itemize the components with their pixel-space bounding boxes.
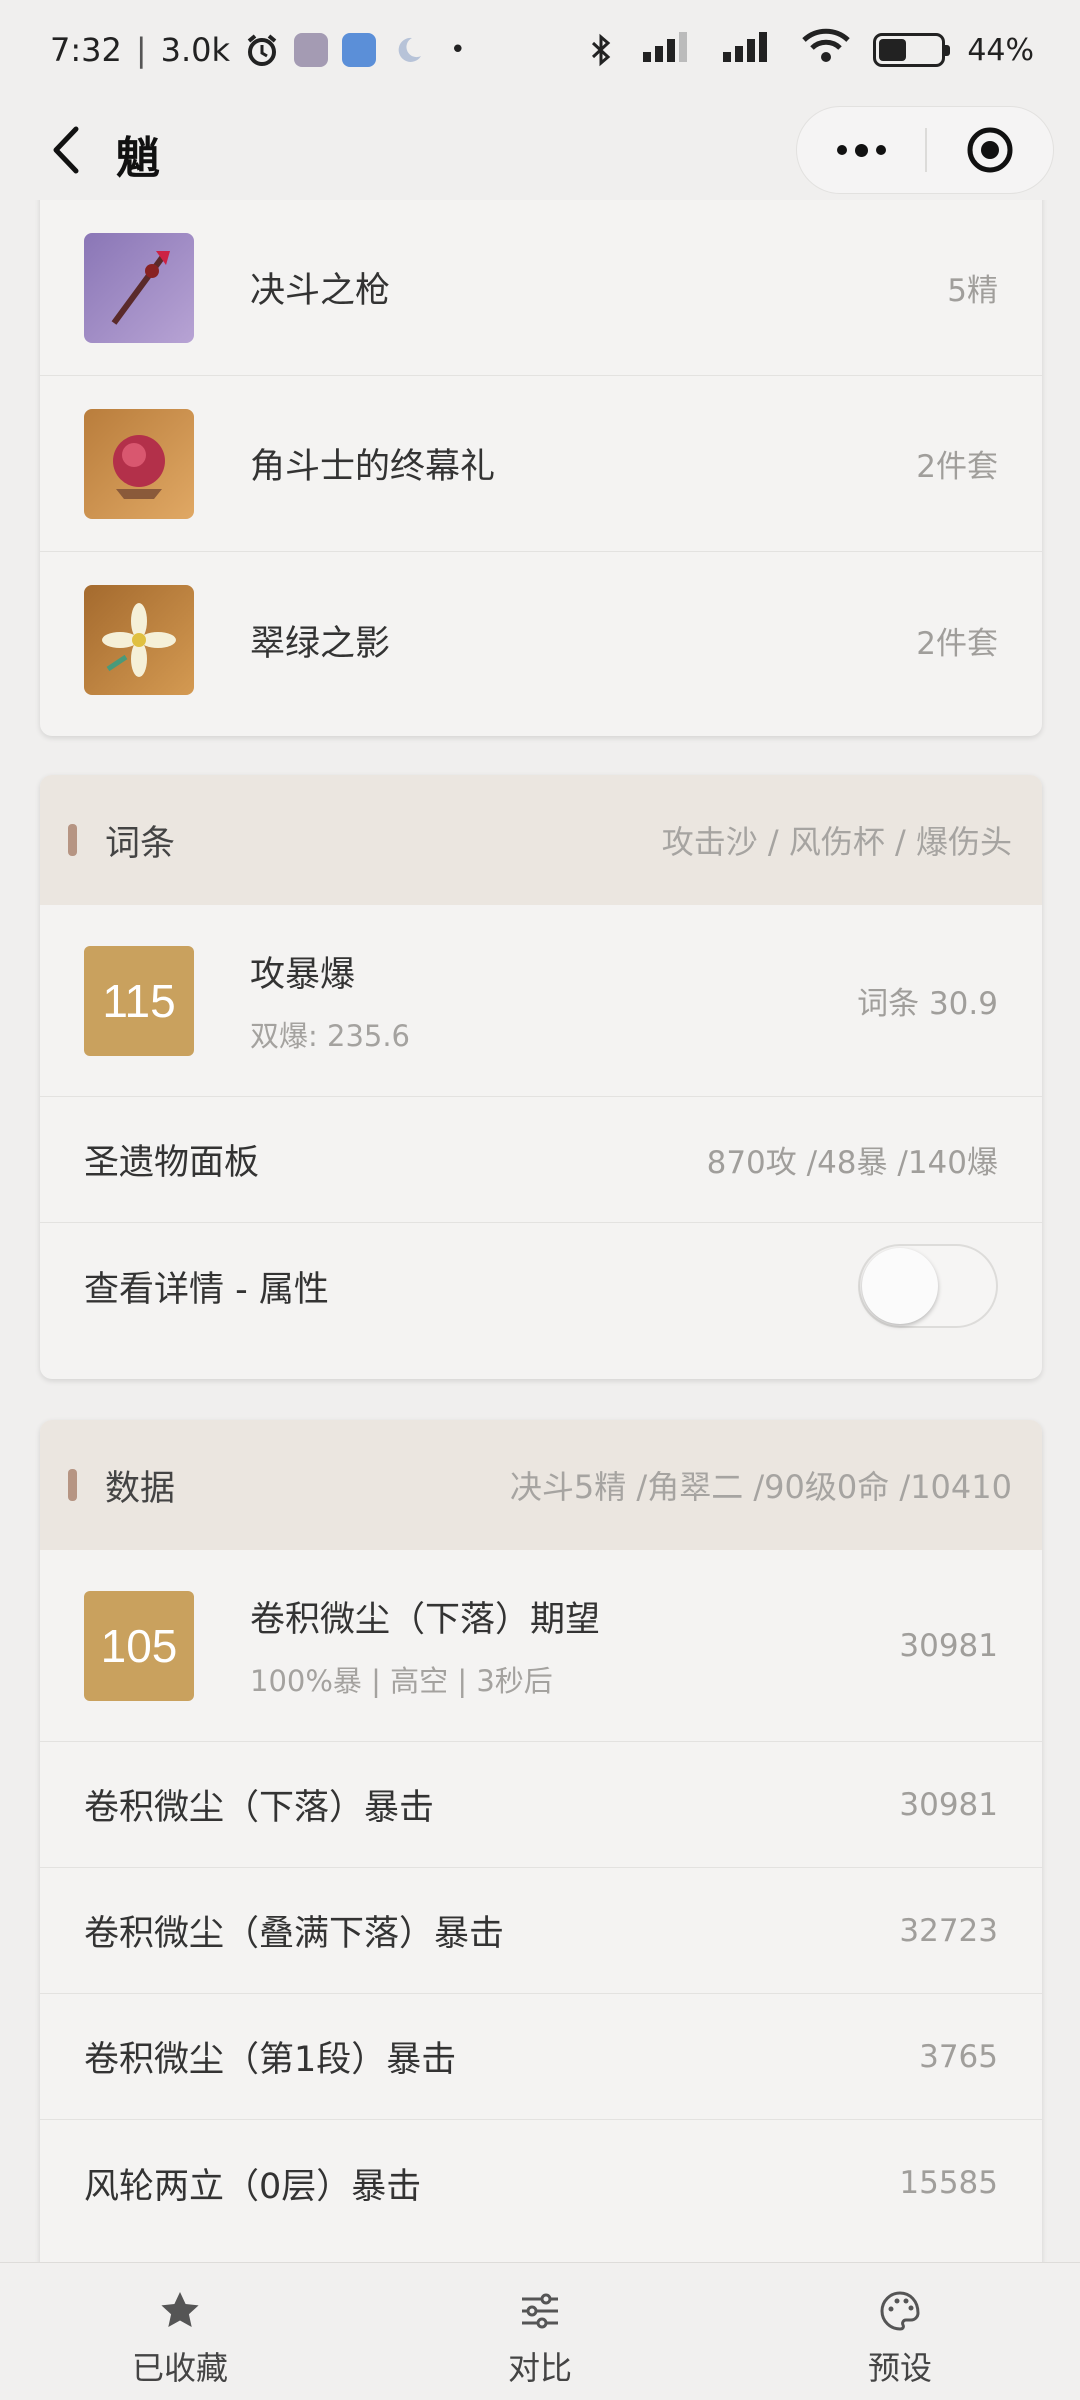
status-time: 7:32 xyxy=(50,31,122,69)
battery-icon xyxy=(873,33,951,67)
target-icon xyxy=(967,127,1013,173)
damage-row[interactable]: 卷积微尘（下落）暴击 30981 xyxy=(40,1742,1042,1868)
artifact-row[interactable]: 角斗士的终幕礼 2件套 xyxy=(40,376,1042,552)
section-title: 数据 xyxy=(105,1468,176,1509)
mini-program-capsule xyxy=(796,106,1054,194)
palette-icon xyxy=(876,2287,924,2335)
row-label: 风轮两立（0层）暴击 xyxy=(84,2166,422,2207)
chevron-left-icon xyxy=(53,126,79,174)
signal-icon xyxy=(721,28,779,72)
substats-card: 词条 攻击沙 / 风伤杯 / 爆伤头 115 攻暴爆 双爆: 235.6 词条 … xyxy=(40,775,1042,1379)
section-header: 词条 攻击沙 / 风伤杯 / 爆伤头 xyxy=(40,775,1042,905)
app-notification-icon xyxy=(342,33,377,67)
detail-toggle[interactable] xyxy=(858,1244,998,1328)
score-subtitle: 双爆: 235.6 xyxy=(250,1019,411,1053)
damage-score-row[interactable]: 105 卷积微尘（下落）期望 100%暴 | 高空 | 3秒后 30981 xyxy=(40,1550,1042,1742)
back-button[interactable] xyxy=(36,120,96,180)
equipment-tag: 5精 xyxy=(947,273,998,309)
tab-compare[interactable]: 对比 xyxy=(360,2263,720,2400)
artifact-row[interactable]: 翠绿之影 2件套 xyxy=(40,552,1042,728)
damage-row[interactable]: 风轮两立（0层）暴击 15585 xyxy=(40,2120,1042,2246)
equipment-name: 角斗士的终幕礼 xyxy=(250,447,496,487)
score-value: 词条 30.9 xyxy=(857,986,998,1022)
equipment-tag: 2件套 xyxy=(916,449,998,485)
bluetooth-icon xyxy=(583,32,619,68)
substat-score-row[interactable]: 115 攻暴爆 双爆: 235.6 词条 30.9 xyxy=(40,905,1042,1097)
gladiator-artifact-icon xyxy=(84,408,194,519)
section-meta: 攻击沙 / 风伤杯 / 爆伤头 xyxy=(661,823,1012,861)
alarm-icon xyxy=(244,32,280,68)
equipment-name: 翠绿之影 xyxy=(250,623,391,664)
tab-label: 预设 xyxy=(867,2349,932,2387)
row-value: 30981 xyxy=(899,1786,998,1823)
section-accent-bar xyxy=(68,1469,77,1501)
row-value: 3765 xyxy=(919,2038,998,2075)
sliders-icon xyxy=(516,2287,564,2335)
score-badge: 115 xyxy=(84,945,194,1056)
tab-label: 对比 xyxy=(507,2349,572,2387)
polearm-icon xyxy=(84,232,194,343)
row-label: 圣遗物面板 xyxy=(84,1143,260,1183)
battery-percent: 44% xyxy=(967,32,1034,68)
more-notifications-dot: • xyxy=(450,35,466,65)
artifact-panel-row[interactable]: 圣遗物面板 870攻 /48暴 /140爆 xyxy=(40,1097,1042,1223)
tab-favorites[interactable]: 已收藏 xyxy=(0,2263,360,2400)
weapon-row[interactable]: 决斗之枪 5精 xyxy=(40,200,1042,376)
moon-icon xyxy=(390,32,426,68)
score-title: 攻暴爆 xyxy=(250,955,356,995)
bottom-tab-bar: 已收藏 对比 预设 xyxy=(0,2262,1080,2400)
equipment-card: 决斗之枪 5精 角斗士的终幕礼 2件套 翠绿之影 2件套 xyxy=(40,200,1042,736)
equipment-name: 决斗之枪 xyxy=(250,271,391,311)
toggle-knob xyxy=(862,1248,938,1324)
wifi-icon xyxy=(801,28,851,72)
section-header: 数据 决斗5精 /角翠二 /90级0命 /10410 xyxy=(40,1420,1042,1550)
section-title: 词条 xyxy=(105,823,176,864)
scroll-content[interactable]: 决斗之枪 5精 角斗士的终幕礼 2件套 翠绿之影 2件套 词条 攻击沙 / 风伤… xyxy=(0,200,1080,2262)
row-label: 查看详情 - 属性 xyxy=(84,1269,329,1310)
score-value: 30981 xyxy=(899,1627,998,1664)
nav-bar: 魈 xyxy=(0,100,1080,200)
app-notification-icon xyxy=(294,33,329,67)
damage-row[interactable]: 卷积微尘（叠满下落）暴击 32723 xyxy=(40,1868,1042,1994)
score-badge: 105 xyxy=(84,1590,194,1701)
star-icon xyxy=(156,2287,204,2335)
tab-presets[interactable]: 预设 xyxy=(720,2263,1080,2400)
row-label: 卷积微尘（下落）暴击 xyxy=(84,1788,435,1828)
status-bar: 7:32 | 3.0k • 44% xyxy=(0,0,1080,100)
row-value: 15585 xyxy=(899,2165,998,2201)
row-value: 870攻 /48暴 /140爆 xyxy=(706,1145,998,1181)
more-button[interactable] xyxy=(797,107,925,193)
row-label: 卷积微尘（叠满下落）暴击 xyxy=(84,1914,505,1954)
status-separator: | xyxy=(135,31,147,69)
damage-row[interactable]: 卷积微尘（第1段）暴击 3765 xyxy=(40,1994,1042,2120)
tab-label: 已收藏 xyxy=(131,2349,228,2387)
section-accent-bar xyxy=(68,824,77,856)
data-card: 数据 决斗5精 /角翠二 /90级0命 /10410 105 卷积微尘（下落）期… xyxy=(40,1420,1042,2262)
network-speed: 3.0k xyxy=(160,31,231,69)
detail-toggle-row: 查看详情 - 属性 xyxy=(40,1223,1042,1349)
page-title: 魈 xyxy=(116,133,160,184)
equipment-tag: 2件套 xyxy=(916,625,998,662)
row-label: 卷积微尘（第1段）暴击 xyxy=(84,2040,457,2080)
row-value: 32723 xyxy=(899,1912,998,1949)
section-meta: 决斗5精 /角翠二 /90级0命 /10410 xyxy=(509,1468,1012,1506)
score-title: 卷积微尘（下落）期望 xyxy=(250,1600,601,1640)
score-subtitle: 100%暴 | 高空 | 3秒后 xyxy=(250,1664,553,1698)
viridescent-artifact-icon xyxy=(84,585,194,695)
signal-icon xyxy=(641,28,699,72)
close-button[interactable] xyxy=(927,125,1054,175)
